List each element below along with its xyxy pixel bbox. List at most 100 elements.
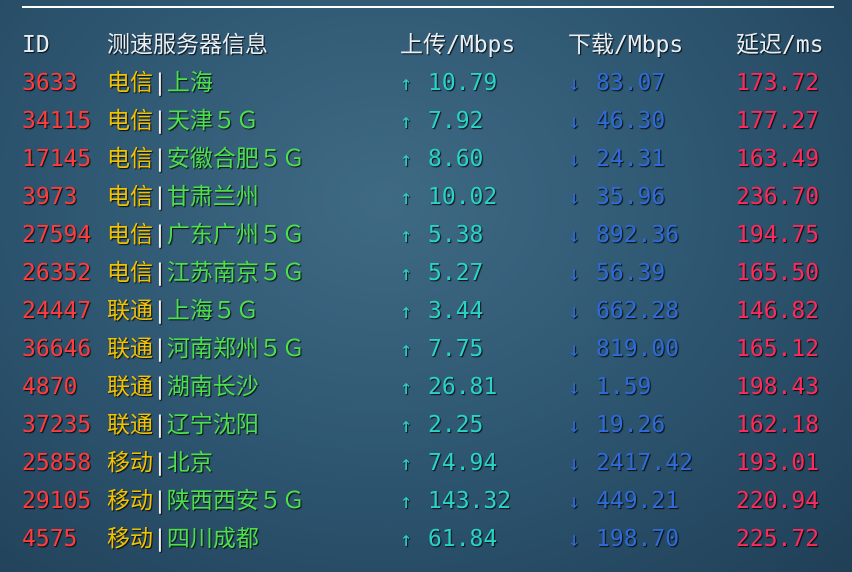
arrow-down-icon: ↓ xyxy=(568,185,581,209)
upload-value: 10.02 xyxy=(428,184,498,210)
arrow-up-icon: ↑ xyxy=(400,527,413,551)
upload-value: 5.38 xyxy=(428,222,484,248)
download-speed: ↓ 819.00 xyxy=(568,330,679,368)
arrow-down-icon: ↓ xyxy=(568,451,581,475)
arrow-down-icon: ↓ xyxy=(568,147,581,171)
server-info: 电信|天津５Ｇ xyxy=(107,102,259,140)
table-row: 4870 联通|湖南长沙 ↑ 26.81 ↓ 1.59 198.43 xyxy=(22,368,842,406)
latency-value: 194.75 xyxy=(736,222,820,248)
server-info: 联通|上海５Ｇ xyxy=(107,292,259,330)
table-row: 29105 移动|陕西西安５Ｇ ↑ 143.32 ↓ 449.21 220.94 xyxy=(22,482,842,520)
separator: | xyxy=(153,184,167,210)
server-id: 25858 xyxy=(22,450,92,476)
latency-value: 177.27 xyxy=(736,108,820,134)
server-info: 电信|广东广州５Ｇ xyxy=(107,216,305,254)
table-row: 26352 电信|江苏南京５Ｇ ↑ 5.27 ↓ 56.39 165.50 xyxy=(22,254,842,292)
separator: | xyxy=(153,488,167,514)
server-info: 电信|上海 xyxy=(107,64,213,102)
arrow-up-icon: ↑ xyxy=(400,185,413,209)
server-location: 北京 xyxy=(166,450,213,476)
arrow-up-icon: ↑ xyxy=(400,451,413,475)
arrow-up-icon: ↑ xyxy=(400,71,413,95)
download-value: 56.39 xyxy=(596,260,666,286)
download-value: 46.30 xyxy=(596,108,666,134)
header-id: ID xyxy=(22,32,50,58)
server-id: 24447 xyxy=(22,298,92,324)
server-location: 湖南长沙 xyxy=(166,374,259,400)
server-location: 辽宁沈阳 xyxy=(166,412,259,438)
header-upload: 上传/Mbps xyxy=(400,32,516,58)
upload-speed: ↑ 10.79 xyxy=(400,64,497,102)
download-speed: ↓ 56.39 xyxy=(568,254,665,292)
arrow-up-icon: ↑ xyxy=(400,261,413,285)
separator: | xyxy=(153,146,167,172)
latency-value: 198.43 xyxy=(736,374,820,400)
separator: | xyxy=(153,260,167,286)
arrow-up-icon: ↑ xyxy=(400,109,413,133)
arrow-up-icon: ↑ xyxy=(400,413,413,437)
server-location: 四川成都 xyxy=(166,526,259,552)
isp-name: 移动 xyxy=(107,488,153,514)
download-speed: ↓ 198.70 xyxy=(568,520,679,558)
arrow-down-icon: ↓ xyxy=(568,489,581,513)
upload-speed: ↑ 10.02 xyxy=(400,178,497,216)
isp-name: 联通 xyxy=(107,374,153,400)
download-value: 35.96 xyxy=(596,184,666,210)
upload-speed: ↑ 7.92 xyxy=(400,102,483,140)
download-value: 198.70 xyxy=(596,526,680,552)
separator: | xyxy=(153,412,167,438)
upload-value: 61.84 xyxy=(428,526,498,552)
upload-speed: ↑ 5.27 xyxy=(400,254,483,292)
server-location: 陕西西安５Ｇ xyxy=(166,488,305,514)
server-location: 河南郑州５Ｇ xyxy=(166,336,305,362)
table-row: 24447 联通|上海５Ｇ ↑ 3.44 ↓ 662.28 146.82 xyxy=(22,292,842,330)
separator: | xyxy=(153,70,167,96)
server-id: 4870 xyxy=(22,374,78,400)
arrow-down-icon: ↓ xyxy=(568,261,581,285)
download-speed: ↓ 19.26 xyxy=(568,406,665,444)
download-speed: ↓ 662.28 xyxy=(568,292,679,330)
arrow-down-icon: ↓ xyxy=(568,299,581,323)
table-row: 27594 电信|广东广州５Ｇ ↑ 5.38 ↓ 892.36 194.75 xyxy=(22,216,842,254)
isp-name: 电信 xyxy=(107,184,153,210)
upload-value: 2.25 xyxy=(428,412,484,438)
upload-value: 8.60 xyxy=(428,146,484,172)
server-info: 电信|甘肃兰州 xyxy=(107,178,259,216)
server-location: 上海５Ｇ xyxy=(166,298,259,324)
table-row: 25858 移动|北京 ↑ 74.94 ↓ 2417.42 193.01 xyxy=(22,444,842,482)
server-id: 17145 xyxy=(22,146,92,172)
separator: | xyxy=(153,526,167,552)
download-speed: ↓ 892.36 xyxy=(568,216,679,254)
header-server-info: 测速服务器信息 xyxy=(107,32,268,58)
server-id: 3633 xyxy=(22,70,78,96)
table-header: ID 测速服务器信息 上传/Mbps 下载/Mbps 延迟/ms xyxy=(22,26,842,64)
separator: | xyxy=(153,222,167,248)
download-value: 24.31 xyxy=(596,146,666,172)
upload-value: 143.32 xyxy=(428,488,512,514)
download-value: 819.00 xyxy=(596,336,680,362)
server-id: 27594 xyxy=(22,222,92,248)
server-id: 29105 xyxy=(22,488,92,514)
server-info: 电信|安徽合肥５Ｇ xyxy=(107,140,305,178)
latency-value: 236.70 xyxy=(736,184,820,210)
latency-value: 165.12 xyxy=(736,336,820,362)
latency-value: 220.94 xyxy=(736,488,820,514)
isp-name: 联通 xyxy=(107,336,153,362)
table-row: 3973 电信|甘肃兰州 ↑ 10.02 ↓ 35.96 236.70 xyxy=(22,178,842,216)
isp-name: 电信 xyxy=(107,70,153,96)
server-id: 37235 xyxy=(22,412,92,438)
download-speed: ↓ 449.21 xyxy=(568,482,679,520)
upload-value: 26.81 xyxy=(428,374,498,400)
arrow-up-icon: ↑ xyxy=(400,299,413,323)
arrow-down-icon: ↓ xyxy=(568,527,581,551)
download-value: 2417.42 xyxy=(596,450,693,476)
server-location: 江苏南京５Ｇ xyxy=(166,260,305,286)
separator: | xyxy=(153,298,167,324)
server-id: 26352 xyxy=(22,260,92,286)
upload-speed: ↑ 74.94 xyxy=(400,444,497,482)
upload-value: 10.79 xyxy=(428,70,498,96)
isp-name: 电信 xyxy=(107,108,153,134)
upload-speed: ↑ 61.84 xyxy=(400,520,497,558)
upload-speed: ↑ 143.32 xyxy=(400,482,511,520)
upload-value: 7.92 xyxy=(428,108,484,134)
